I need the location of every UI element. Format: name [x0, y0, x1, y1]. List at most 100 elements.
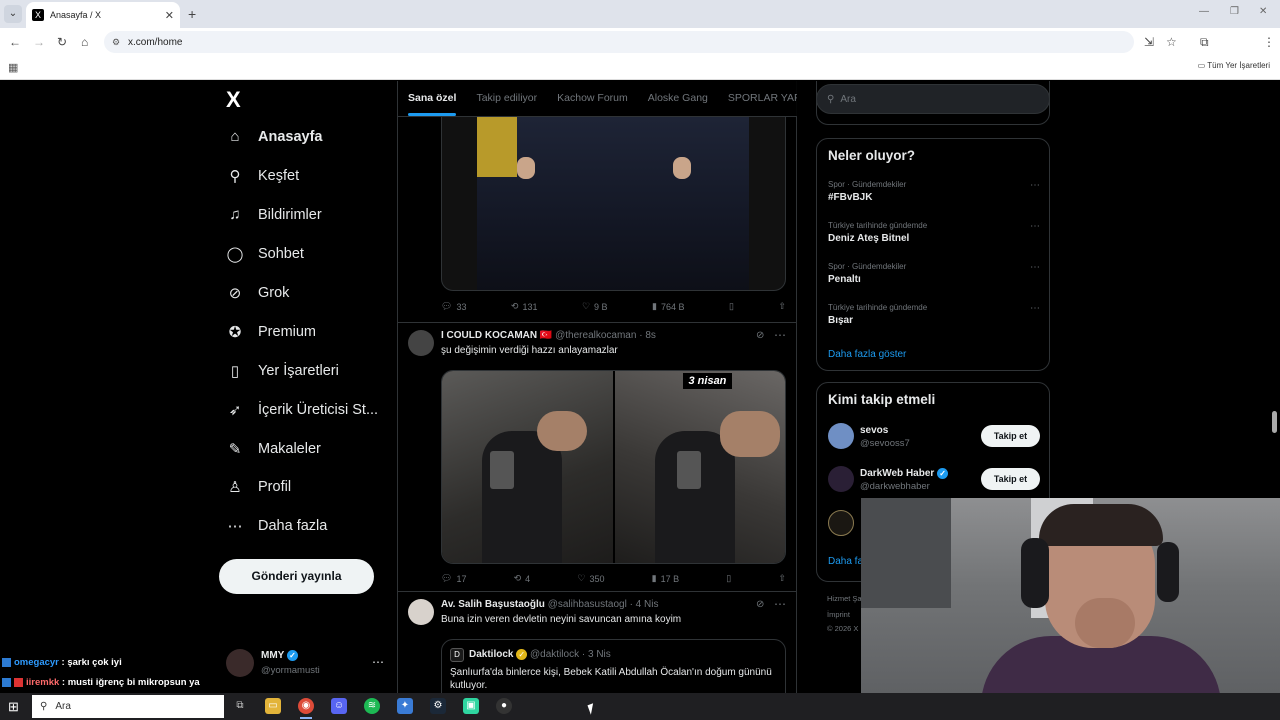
suggested-account[interactable]: sevos @sevooss7 Takip et — [828, 423, 1040, 453]
tab-for-you[interactable]: Sana özel — [398, 81, 466, 116]
windows-start-icon[interactable]: ⊞ — [8, 699, 19, 715]
trend-item[interactable]: Spor · Gündemdekiler Penaltı ⋯ — [828, 262, 1040, 285]
steam-icon[interactable]: ⚙ — [430, 698, 446, 714]
suggested-account[interactable]: DarkWeb Haber ✓ @darkwebhaber Takip et — [828, 466, 1040, 496]
nav-creator-studio[interactable]: ➶ İçerik Üreticisi St... — [226, 401, 378, 419]
more-icon[interactable]: ⋯ — [1030, 303, 1040, 314]
home-icon[interactable]: ⌂ — [81, 35, 88, 49]
apps-grid-icon[interactable]: ▦ — [8, 61, 18, 74]
tweet-time[interactable]: · 4 Nis — [630, 599, 659, 610]
nav-more[interactable]: ⋯ Daha fazla — [226, 517, 328, 535]
back-icon[interactable]: ← — [9, 35, 21, 49]
quoted-author-name: Daktilock — [469, 649, 514, 661]
more-icon[interactable]: ⋯ — [774, 597, 786, 611]
follow-button[interactable]: Takip et — [981, 425, 1040, 447]
quoted-tweet-time: · 3 Nis — [581, 649, 611, 661]
app-icon[interactable]: ▣ — [463, 698, 479, 714]
tab-aloske-gang[interactable]: Aloske Gang — [638, 81, 718, 116]
trend-item[interactable]: Türkiye tarihinde gündemde Bışar ⋯ — [828, 303, 1040, 326]
tweet-author-handle[interactable]: @therealkocaman — [555, 330, 636, 341]
tweet-author-name[interactable]: Av. Salih Başustaoğlu — [441, 599, 545, 610]
repost-button[interactable]: ⟲ 4 — [514, 573, 531, 584]
scrollbar-thumb[interactable] — [1272, 411, 1277, 433]
star-icon[interactable]: ☆ — [1166, 35, 1177, 49]
photo-detail — [537, 411, 587, 451]
reply-button[interactable]: 💬︎ 33 — [441, 301, 466, 312]
taskbar-search[interactable]: ⚲ Ara — [32, 695, 224, 718]
new-tab-button[interactable]: + — [188, 6, 196, 22]
forward-icon[interactable]: → — [33, 35, 45, 49]
show-more-link[interactable]: Daha fazla göster — [828, 349, 906, 360]
share-icon[interactable]: ⇧ — [778, 301, 786, 312]
address-bar[interactable]: ⚙ x.com/home — [104, 31, 1134, 53]
views-button[interactable]: ▮ 764 B — [652, 301, 684, 312]
repost-button[interactable]: ⟲ 131 — [511, 301, 538, 312]
nav-explore[interactable]: ⚲ Keşfet — [226, 167, 300, 185]
spotify-icon[interactable]: ≋ — [364, 698, 380, 714]
nav-bookmarks[interactable]: ▯ Yer İşaretleri — [226, 362, 339, 380]
app-icon[interactable]: ● — [496, 698, 512, 714]
chrome-icon[interactable]: ◉ — [298, 698, 314, 719]
more-icon[interactable]: ⋯ — [1030, 221, 1040, 232]
grok-icon[interactable]: ⊘ — [756, 599, 764, 610]
x-logo-icon[interactable]: X — [226, 87, 241, 113]
tab-kachow-forum[interactable]: Kachow Forum — [547, 81, 638, 116]
grok-icon[interactable]: ⊘ — [756, 330, 764, 341]
site-info-icon[interactable]: ⚙ — [112, 37, 120, 48]
tweet-author-name[interactable]: I COULD KOCAMAN — [441, 330, 537, 341]
avatar[interactable] — [408, 599, 434, 625]
nav-profile[interactable]: ♙ Profil — [226, 478, 291, 496]
bookmark-icon[interactable]: ▯ — [726, 573, 731, 584]
window-close-button[interactable]: ✕ — [1259, 6, 1267, 17]
tab-following[interactable]: Takip ediliyor — [466, 81, 547, 116]
trend-item[interactable]: Spor · Gündemdekiler #FBvBJK ⋯ — [828, 180, 1040, 203]
url-text: x.com/home — [128, 36, 183, 48]
footer-link[interactable]: Hizmet Şa — [827, 594, 862, 603]
tab-sporlar[interactable]: SPORLAR YAP — [718, 81, 797, 116]
file-explorer-icon[interactable]: ▭ — [265, 698, 281, 714]
task-view-icon[interactable]: ⧉ — [232, 698, 248, 714]
restore-button[interactable]: ❐ — [1230, 6, 1239, 17]
like-button[interactable]: ♡ 350 — [577, 573, 604, 584]
tweet[interactable]: Av. Salih Başustaoğlu @salihbasustaogl ·… — [398, 595, 797, 693]
tweet-time[interactable]: · 8s — [639, 330, 656, 341]
more-icon[interactable]: ⋯ — [774, 328, 786, 342]
post-button[interactable]: Gönderi yayınla — [219, 559, 374, 594]
views-button[interactable]: ▮ 17 B — [652, 573, 679, 584]
browser-tab[interactable]: X Anasayfa / X ✕ — [26, 2, 180, 28]
footer-link[interactable]: İmprint — [827, 610, 850, 619]
show-more-link[interactable]: Daha fa — [828, 556, 863, 567]
nav-chat[interactable]: ◯ Sohbet — [226, 245, 304, 263]
nav-home[interactable]: ⌂ Anasayfa — [226, 128, 322, 145]
install-app-icon[interactable]: ⇲ — [1144, 35, 1154, 49]
tweet-media[interactable]: 3 nisan — [441, 370, 786, 564]
all-bookmarks[interactable]: ▭ Tüm Yer İşaretleri — [1198, 61, 1270, 70]
app-icon[interactable]: ✦ — [397, 698, 413, 714]
more-icon[interactable]: ⋯ — [1030, 262, 1040, 273]
more-icon[interactable]: ⋯ — [372, 655, 384, 669]
extensions-icon[interactable]: ⧉ — [1200, 35, 1209, 50]
nav-articles[interactable]: ✎ Makaleler — [226, 440, 321, 458]
quoted-tweet[interactable]: D Daktilock ✓ @daktilock · 3 Nis Şanlıur… — [441, 639, 786, 693]
avatar[interactable] — [408, 330, 434, 356]
trend-item[interactable]: Türkiye tarihinde gündemde Deniz Ateş Bi… — [828, 221, 1040, 244]
tweet-media[interactable] — [441, 117, 786, 291]
follow-button[interactable]: Takip et — [981, 468, 1040, 490]
tweet-author-handle[interactable]: @salihbasustaogl — [548, 599, 627, 610]
discord-icon[interactable]: ☺ — [331, 698, 347, 714]
tweet[interactable]: I COULD KOCAMAN 🇹🇷 @therealkocaman · 8s … — [398, 326, 797, 591]
nav-notifications[interactable]: ♫ Bildirimler — [226, 206, 321, 223]
nav-premium[interactable]: ✪ Premium — [226, 323, 316, 341]
minimize-button[interactable]: — — [1199, 6, 1209, 17]
nav-grok[interactable]: ⊘ Grok — [226, 284, 290, 302]
menu-icon[interactable]: ⋮ — [1263, 35, 1275, 49]
bookmark-icon[interactable]: ▯ — [729, 301, 734, 312]
like-button[interactable]: ♡ 9 B — [582, 301, 608, 312]
more-icon[interactable]: ⋯ — [1030, 180, 1040, 191]
stream-chat-overlay: omegacyr : şarkı çok iyi iiremkk : musti… — [0, 657, 300, 693]
tab-close-icon[interactable]: ✕ — [165, 9, 174, 22]
tab-search-button[interactable]: ⌄ — [4, 5, 22, 23]
share-icon[interactable]: ⇧ — [778, 573, 786, 584]
reply-button[interactable]: 💬︎ 17 — [441, 573, 466, 584]
reload-icon[interactable]: ↻ — [57, 35, 67, 49]
